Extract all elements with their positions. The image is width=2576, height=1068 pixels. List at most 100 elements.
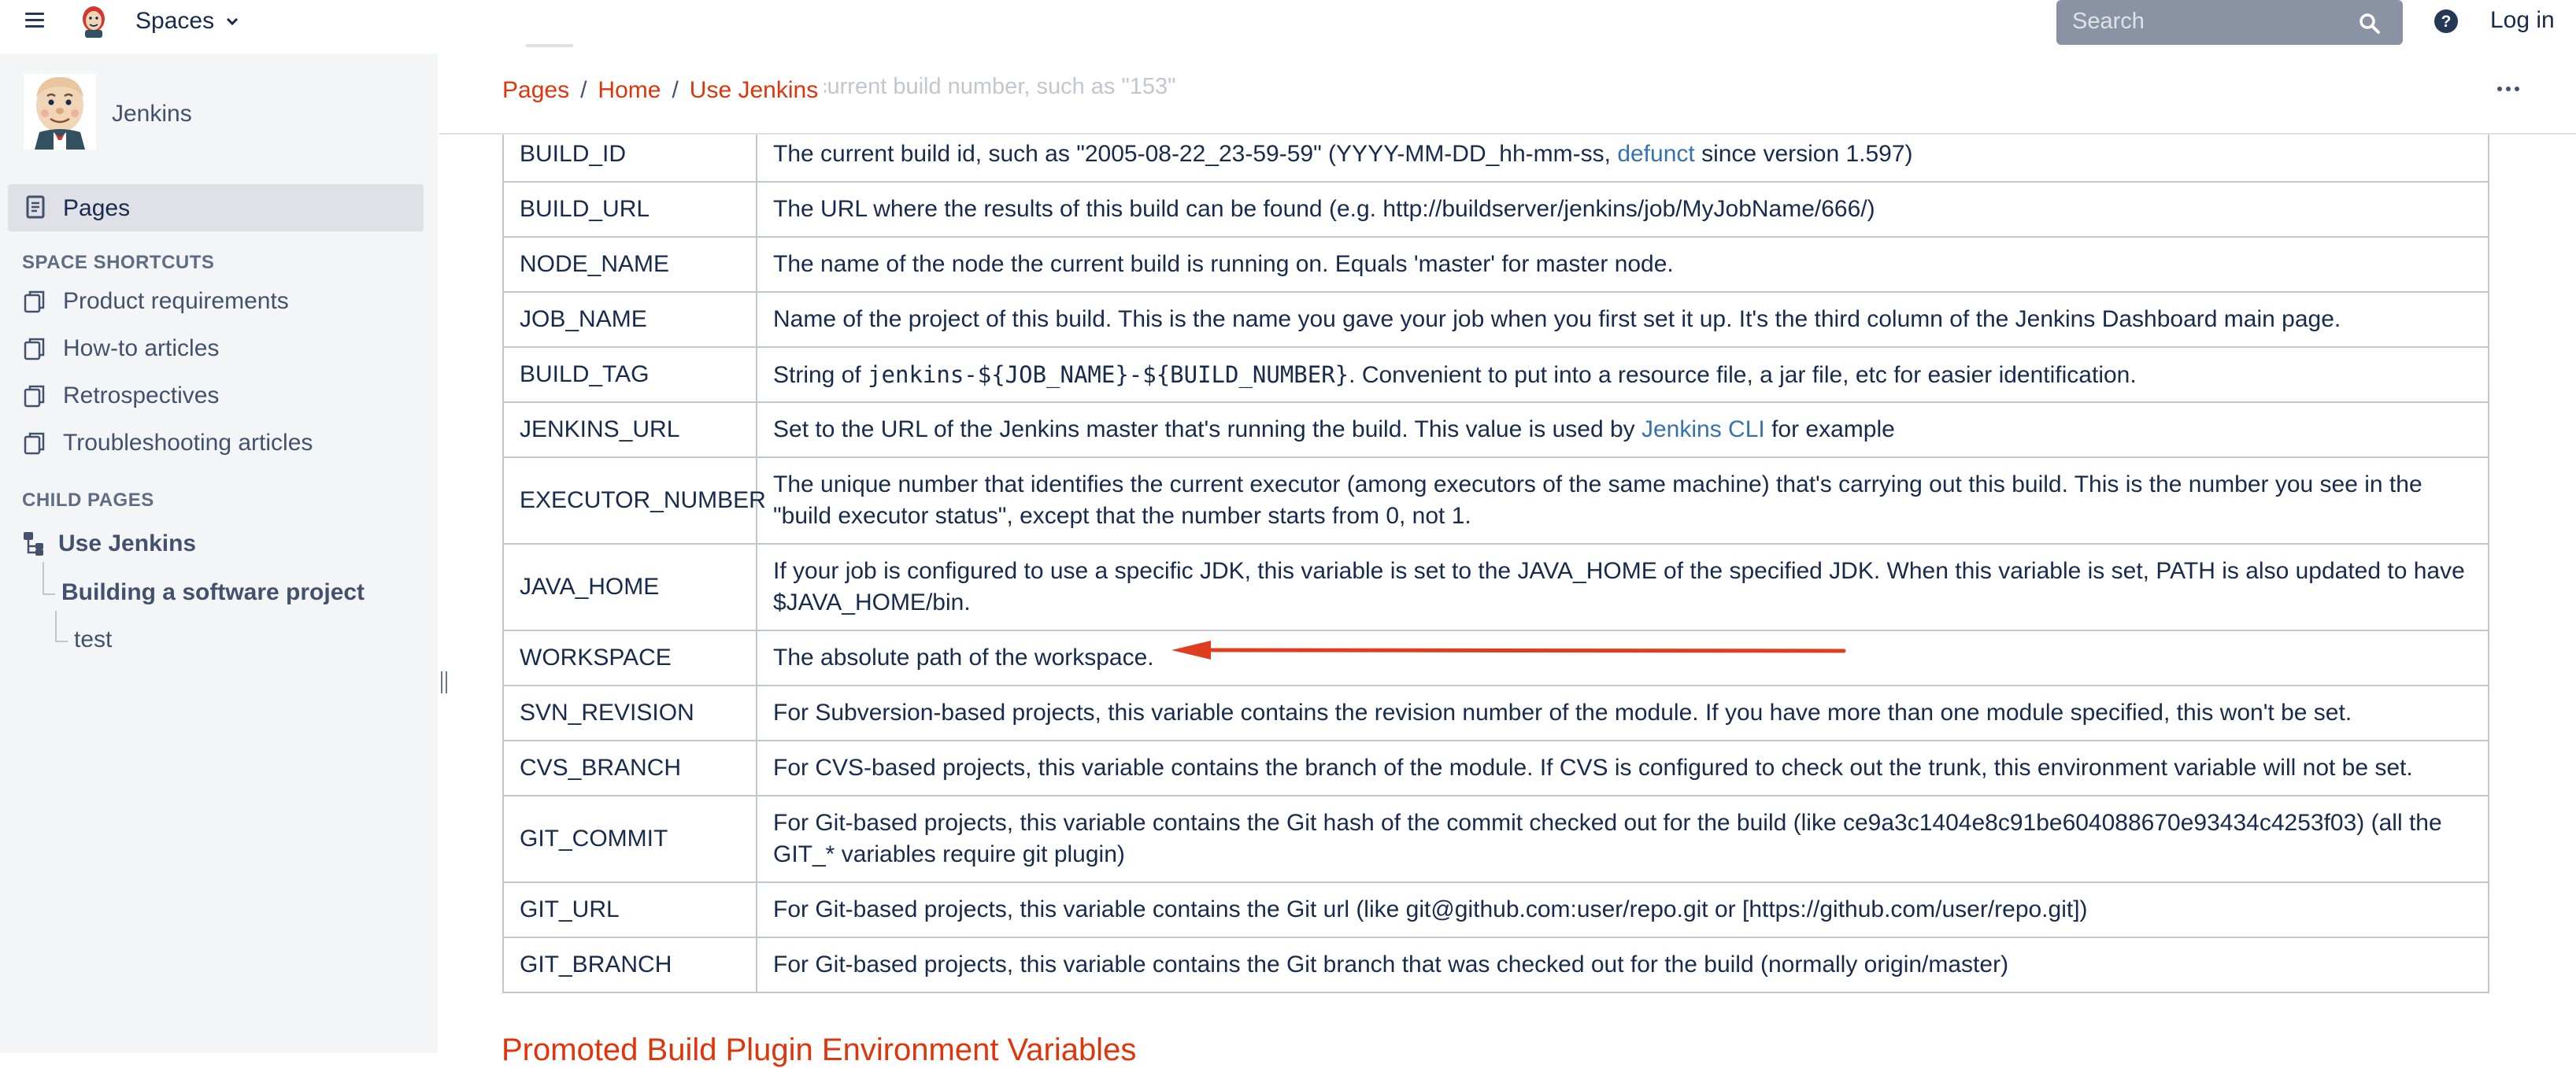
description-text: For Subversion-based projects, this vari… bbox=[773, 700, 2352, 726]
description-text: Name of the project of this build. This … bbox=[773, 306, 2341, 332]
description-text: . Convenient to put into a resource file… bbox=[1349, 361, 2137, 388]
table-row: CVS_BRANCH For CVS-based projects, this v… bbox=[502, 740, 2489, 796]
variable-description-cell: Name of the project of this build. This … bbox=[756, 291, 2489, 348]
table-row: SVN_REVISION For Subversion-based project… bbox=[502, 685, 2489, 741]
table-row: JENKINS_URL Set to the URL of the Jenkins… bbox=[502, 401, 2489, 458]
variable-description-cell: For Git-based projects, this variable co… bbox=[756, 937, 2489, 993]
table-row: GIT_URL For Git-based projects, this vari… bbox=[502, 881, 2489, 938]
variable-name-cell: WORKSPACE bbox=[502, 630, 757, 686]
variable-name-cell: CVS_BRANCH bbox=[502, 740, 757, 796]
variable-description-cell: The current build id, such as "2005-08-2… bbox=[756, 126, 2489, 183]
variable-name-cell: SVN_REVISION bbox=[502, 685, 757, 741]
description-text: For CVS-based projects, this variable co… bbox=[773, 755, 2413, 781]
breadcrumb-use-jenkins[interactable]: Use Jenkins bbox=[690, 77, 818, 104]
description-text: For Git-based projects, this variable co… bbox=[773, 810, 2442, 867]
variable-description-cell: The name of the node the current build i… bbox=[756, 236, 2489, 293]
page-icon bbox=[26, 195, 45, 219]
page-tree-icon bbox=[24, 532, 43, 556]
breadcrumb-separator: / bbox=[672, 77, 679, 103]
space-sidebar: Jenkins Pages SPACE SHORTCUTS Product re… bbox=[0, 54, 438, 1053]
copy-pages-icon bbox=[24, 432, 45, 455]
breadcrumb-pages[interactable]: Pages bbox=[502, 77, 569, 104]
child-page-use-jenkins[interactable]: Use Jenkins bbox=[22, 530, 196, 557]
menu-icon[interactable] bbox=[22, 8, 49, 35]
variable-name-cell: BUILD_TAG bbox=[502, 346, 757, 403]
search-icon[interactable] bbox=[2359, 13, 2381, 35]
search-placeholder: Search bbox=[2072, 9, 2145, 34]
variable-description-cell: The URL where the results of this build … bbox=[756, 181, 2489, 238]
annotation-arrow bbox=[1171, 641, 1846, 660]
description-text: for example bbox=[1764, 416, 1895, 442]
description-text: The URL where the results of this build … bbox=[773, 196, 1875, 222]
variable-description-cell: The unique number that identifies the cu… bbox=[756, 456, 2489, 545]
variable-name-cell: NODE_NAME bbox=[502, 236, 757, 293]
table-row: JAVA_HOME If your job is configured to us… bbox=[502, 543, 2489, 631]
code-text: jenkins-${JOB_NAME}-${BUILD_NUMBER} bbox=[868, 360, 1349, 388]
description-text: For Git-based projects, this variable co… bbox=[773, 896, 2088, 922]
child-page-building-a-software-project[interactable]: Building a software project bbox=[61, 579, 365, 606]
content-header: current build number, such as "153" Page… bbox=[439, 44, 2576, 135]
variable-name-cell: GIT_BRANCH bbox=[502, 937, 757, 993]
description-text: The name of the node the current build i… bbox=[773, 251, 1674, 277]
variable-description-cell: For CVS-based projects, this variable co… bbox=[756, 740, 2489, 796]
spaces-label: Spaces bbox=[135, 8, 215, 34]
scrolled-content-fragment bbox=[526, 44, 573, 47]
shortcut-how-to-articles[interactable]: How-to articles bbox=[22, 333, 219, 364]
description-text: since version 1.597) bbox=[1694, 141, 1913, 167]
description-text: Set to the URL of the Jenkins master tha… bbox=[773, 416, 1641, 442]
sidebar-item-pages[interactable]: Pages bbox=[8, 184, 424, 231]
description-text: String of bbox=[773, 361, 868, 388]
search-box[interactable]: Search bbox=[2056, 0, 2403, 45]
environment-variables-table: BUILD_ID The current build id, such as "2… bbox=[502, 126, 2489, 993]
tree-connector bbox=[43, 593, 55, 595]
variable-name-cell: BUILD_URL bbox=[502, 181, 757, 238]
variable-description-cell: For Git-based projects, this variable co… bbox=[756, 795, 2489, 883]
table-row: BUILD_URL The URL where the results of th… bbox=[502, 181, 2489, 238]
breadcrumb-home[interactable]: Home bbox=[598, 77, 661, 104]
table-row: GIT_BRANCH For Git-based projects, this v… bbox=[502, 937, 2489, 993]
child-page-label: Use Jenkins bbox=[58, 530, 197, 556]
spaces-menu-button[interactable]: Spaces bbox=[135, 6, 241, 36]
variable-description-cell: String of jenkins-${JOB_NAME}-${BUILD_NU… bbox=[756, 346, 2489, 403]
svg-text:?: ? bbox=[2441, 13, 2452, 31]
shortcut-retrospectives[interactable]: Retrospectives bbox=[22, 380, 219, 412]
variable-name-cell: GIT_URL bbox=[502, 881, 757, 938]
login-link[interactable]: Log in bbox=[2490, 7, 2555, 34]
sidebar-resize-handle[interactable] bbox=[441, 671, 449, 693]
confluence-logo[interactable] bbox=[74, 2, 113, 41]
variable-description-cell: For Git-based projects, this variable co… bbox=[756, 881, 2489, 938]
shortcut-label: Product requirements bbox=[63, 288, 289, 314]
breadcrumb-separator: / bbox=[580, 77, 587, 103]
variable-name-cell: JENKINS_URL bbox=[502, 401, 757, 458]
table-row: BUILD_ID The current build id, such as "2… bbox=[502, 126, 2489, 183]
help-icon[interactable]: ? bbox=[2433, 8, 2459, 35]
copy-pages-icon bbox=[24, 338, 45, 360]
table-row: NODE_NAME The name of the node the curren… bbox=[502, 236, 2489, 293]
tree-connector bbox=[55, 611, 57, 641]
more-actions-icon[interactable] bbox=[2497, 87, 2519, 91]
shortcut-label: How-to articles bbox=[63, 335, 220, 361]
jenkins-avatar[interactable] bbox=[24, 74, 96, 150]
top-navigation-bar: Spaces Search ? Log in bbox=[0, 0, 2576, 45]
space-shortcuts-heading: SPACE SHORTCUTS bbox=[22, 252, 215, 273]
variable-description-cell: For Subversion-based projects, this vari… bbox=[756, 685, 2489, 741]
shortcut-troubleshooting-articles[interactable]: Troubleshooting articles bbox=[22, 427, 313, 459]
table-row: EXECUTOR_NUMBER The unique number that id… bbox=[502, 456, 2489, 545]
variable-description-cell: Set to the URL of the Jenkins master tha… bbox=[756, 401, 2489, 458]
variable-name-cell: BUILD_ID bbox=[502, 126, 757, 183]
sidebar-item-label: Pages bbox=[63, 195, 131, 221]
tree-connector bbox=[43, 562, 44, 593]
space-name-link[interactable]: Jenkins bbox=[112, 101, 192, 127]
copy-pages-icon bbox=[24, 385, 45, 408]
variable-description-cell: If your job is configured to use a speci… bbox=[756, 543, 2489, 631]
tree-connector bbox=[55, 641, 68, 642]
table-row: GIT_COMMIT For Git-based projects, this v… bbox=[502, 795, 2489, 883]
child-page-test[interactable]: test bbox=[74, 626, 112, 653]
shortcut-product-requirements[interactable]: Product requirements bbox=[22, 286, 289, 317]
inline-link[interactable]: Jenkins CLI bbox=[1641, 416, 1765, 442]
variable-name-cell: JAVA_HOME bbox=[502, 543, 757, 631]
child-pages-heading: CHILD PAGES bbox=[22, 490, 154, 511]
table-row: JOB_NAME Name of the project of this buil… bbox=[502, 291, 2489, 348]
inline-link[interactable]: defunct bbox=[1617, 141, 1694, 167]
description-text: The current build id, such as "2005-08-2… bbox=[773, 141, 1618, 167]
